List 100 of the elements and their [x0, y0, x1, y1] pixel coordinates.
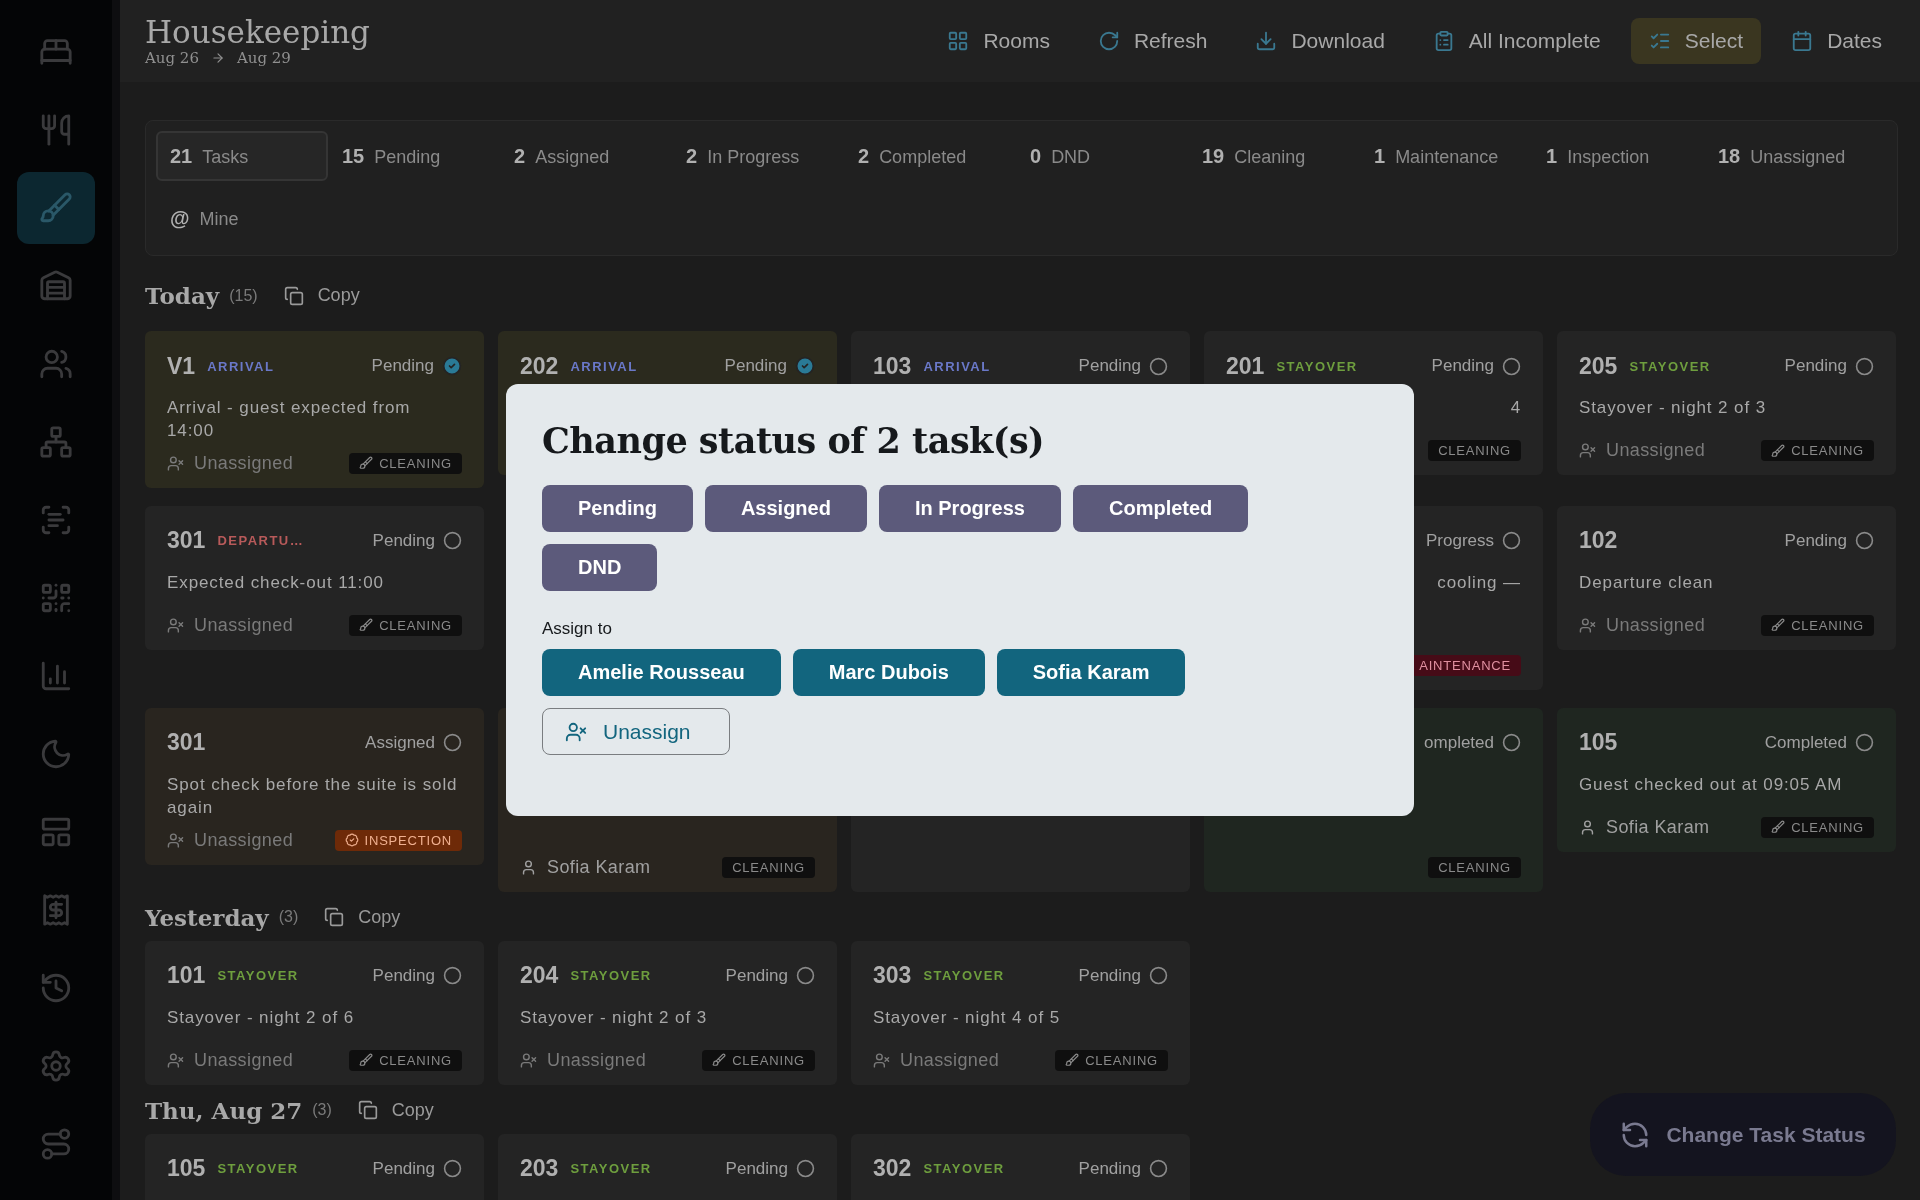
copy-icon: [324, 907, 345, 928]
task-card[interactable]: V1 ARRIVAL Pending Arrival - guest expected from 14:00 Unassigned CLEANING: [145, 331, 484, 488]
brush-icon: [359, 456, 374, 471]
toolbar-button[interactable]: Rooms: [929, 18, 1068, 64]
stay-type-label: STAYOVER: [923, 1161, 1005, 1177]
sidebar-item[interactable]: [17, 172, 95, 244]
circle-icon[interactable]: [1502, 733, 1521, 753]
circle-icon[interactable]: [1855, 531, 1874, 551]
room-number: 302: [873, 1155, 912, 1183]
calendar-icon: [1791, 30, 1814, 52]
circle-icon[interactable]: [1855, 356, 1874, 376]
task-type-label: CLEANING: [1085, 1052, 1158, 1068]
status-option-button[interactable]: DND: [542, 544, 658, 591]
toolbar-button[interactable]: All Incomplete: [1414, 18, 1619, 64]
checked-circle-icon[interactable]: [795, 356, 815, 376]
task-card[interactable]: 302 STAYOVER Pending: [851, 1133, 1190, 1200]
task-card[interactable]: 303 STAYOVER Pending Stayover - night 4 of 5 Unassigned CLEANING: [851, 940, 1190, 1085]
toolbar-button[interactable]: Refresh: [1079, 18, 1226, 64]
room-number: 204: [520, 962, 559, 990]
task-card[interactable]: 205 STAYOVER Pending Stayover - night 2 of 3 Unassigned CLEANING: [1557, 331, 1896, 475]
task-card[interactable]: 203 STAYOVER Pending: [498, 1133, 837, 1200]
toolbar-button[interactable]: Dates: [1773, 18, 1900, 64]
circle-icon[interactable]: [1502, 356, 1521, 376]
stat-filter[interactable]: 2 Assigned: [500, 131, 672, 181]
circle-icon[interactable]: [796, 1159, 815, 1179]
circle-icon[interactable]: [443, 733, 462, 753]
stat-filter[interactable]: 1 Inspection: [1532, 131, 1704, 181]
circle-icon[interactable]: [443, 966, 462, 986]
assignee-name: Unassigned: [194, 1049, 294, 1071]
copy-button[interactable]: Copy: [273, 285, 370, 306]
assignee-name: Unassigned: [900, 1049, 1000, 1071]
status-label: Pending: [372, 530, 435, 551]
section-title: Today: [145, 282, 220, 309]
stat-filter[interactable]: 19 Cleaning: [1188, 131, 1360, 181]
stay-type-label: STAYOVER: [570, 968, 652, 984]
status-option-button[interactable]: Assigned: [704, 485, 867, 532]
stat-filter[interactable]: 2 In Progress: [672, 131, 844, 181]
task-description: cooling —: [1436, 571, 1521, 594]
warehouse-icon: [39, 269, 73, 303]
assignee-name: Unassigned: [1606, 440, 1706, 461]
circle-icon[interactable]: [443, 531, 462, 551]
staff-button[interactable]: Sofia Karam: [996, 649, 1186, 696]
mine-filter[interactable]: @ Mine: [156, 193, 328, 243]
staff-button[interactable]: Marc Dubois: [792, 649, 985, 696]
stat-filter[interactable]: 0 DND: [1016, 131, 1188, 181]
stay-type-label: ARRIVAL: [570, 358, 638, 374]
task-card[interactable]: 105 STAYOVER Pending: [145, 1133, 484, 1200]
task-description: Stayover - night 2 of 3: [1579, 397, 1767, 419]
qr-code-icon: [39, 581, 73, 615]
circle-icon[interactable]: [443, 1159, 462, 1179]
start-date: Aug 26: [145, 49, 199, 68]
circle-icon[interactable]: [1149, 1159, 1168, 1179]
status-label: Pending: [724, 356, 787, 376]
toolbar-button[interactable]: Select: [1630, 18, 1762, 64]
task-card[interactable]: 101 STAYOVER Pending Stayover - night 2 of 6 Unassigned CLEANING: [145, 940, 484, 1085]
stat-filter[interactable]: 18 Unassigned: [1704, 131, 1876, 181]
circle-icon[interactable]: [1502, 531, 1521, 551]
stat-filter[interactable]: 15 Pending: [328, 131, 500, 181]
grid-icon: [947, 30, 970, 52]
brush-icon: [1065, 1053, 1080, 1068]
page-title: Housekeeping: [145, 14, 370, 50]
badge-check-icon: [344, 833, 359, 848]
task-card[interactable]: 105 Completed Guest checked out at 09:05 AM Sofia Karam CLEANING: [1557, 707, 1896, 852]
assignee-name: Sofia Karam: [547, 856, 651, 878]
status-label: Pending: [725, 1158, 788, 1179]
brush-icon: [1771, 443, 1786, 458]
staff-button[interactable]: Amelie Rousseau: [542, 649, 781, 696]
checked-circle-icon[interactable]: [442, 356, 462, 376]
status-label: Pending: [1431, 356, 1494, 376]
circle-icon[interactable]: [1149, 356, 1168, 376]
change-status-button[interactable]: Change Task Status: [1590, 1093, 1896, 1176]
task-card[interactable]: 301 Assigned Spot check before the suite is sold again Unassigned INSPECTION: [145, 707, 484, 865]
circle-icon[interactable]: [1855, 733, 1874, 753]
task-card[interactable]: 204 STAYOVER Pending Stayover - night 2 of 3 Unassigned CLEANING: [498, 940, 837, 1085]
user-off-icon: [565, 720, 587, 743]
status-option-button[interactable]: Completed: [1072, 485, 1249, 532]
stat-filter[interactable]: 21 Tasks: [156, 131, 328, 181]
status-label: Pending: [1078, 965, 1141, 986]
section-title: Thu, Aug 27: [145, 1096, 303, 1124]
brush-icon: [359, 1053, 374, 1068]
circle-icon[interactable]: [1149, 966, 1168, 986]
unassign-button[interactable]: Unassign: [542, 708, 730, 755]
toolbar-button[interactable]: Download: [1237, 18, 1403, 64]
stay-type-label: STAYOVER: [923, 968, 1005, 984]
stat-filter[interactable]: 2 Completed: [844, 131, 1016, 181]
copy-button[interactable]: Copy: [314, 906, 411, 928]
copy-button[interactable]: Copy: [347, 1099, 444, 1121]
circle-icon[interactable]: [796, 966, 815, 986]
status-option-button[interactable]: Pending: [542, 485, 693, 532]
task-card[interactable]: 102 Pending Departure clean Unassigned CLEANING: [1557, 505, 1896, 650]
room-number: 205: [1579, 352, 1618, 380]
room-number: 303: [873, 962, 912, 990]
status-label: Pending: [372, 965, 435, 986]
task-type-label: CLEANING: [1791, 617, 1864, 633]
task-description: Arrival - guest expected from 14:00: [167, 397, 412, 442]
stat-filter[interactable]: 1 Maintenance: [1360, 131, 1532, 181]
download-icon: [1255, 30, 1278, 52]
utensils-icon: [39, 113, 73, 147]
task-card[interactable]: 301 DEPARTU… Pending Expected check-out 11:00 Unassigned CLEANING: [145, 505, 484, 650]
status-option-button[interactable]: In Progress: [878, 485, 1061, 532]
